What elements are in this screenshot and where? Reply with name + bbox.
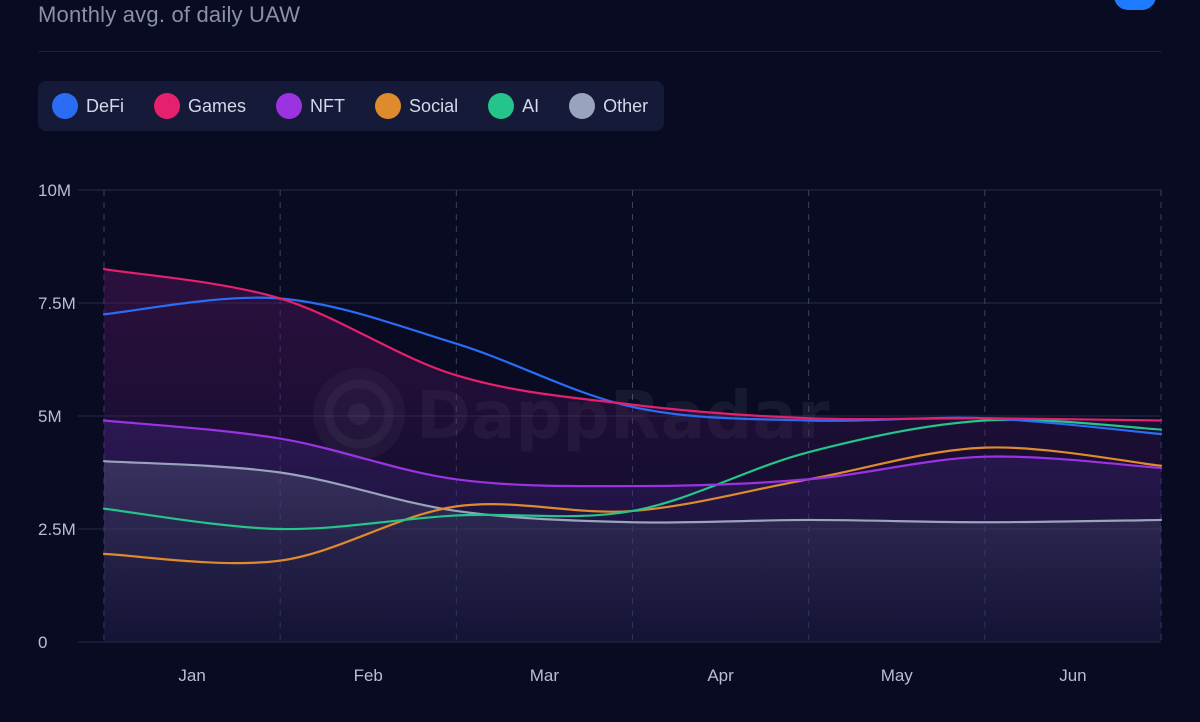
- y-tick-label: 2.5M: [38, 520, 76, 539]
- y-tick-label: 10M: [38, 181, 71, 200]
- x-tick-label: Feb: [354, 666, 383, 685]
- y-tick-label: 7.5M: [38, 294, 76, 313]
- y-tick-label: 5M: [38, 407, 62, 426]
- x-tick-label: Jun: [1059, 666, 1086, 685]
- x-tick-label: Apr: [707, 666, 734, 685]
- y-tick-label: 0: [38, 633, 47, 652]
- x-tick-label: Jan: [178, 666, 205, 685]
- x-tick-label: May: [881, 666, 914, 685]
- x-tick-label: Mar: [530, 666, 560, 685]
- line-chart: DappRadar 02.5M5M7.5M10MJanFebMarAprMayJ…: [38, 181, 1163, 685]
